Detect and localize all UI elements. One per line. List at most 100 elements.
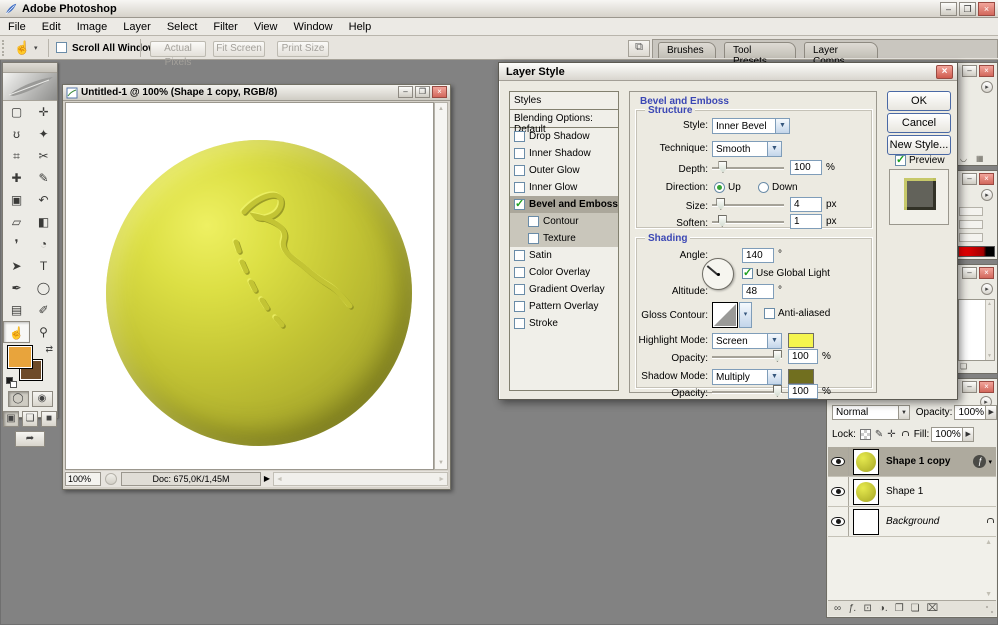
horizontal-scrollbar[interactable]: ◄ ► <box>273 472 448 486</box>
rectangular-marquee-tool[interactable]: ▢ <box>3 101 30 123</box>
layer-thumbnail[interactable] <box>853 448 879 475</box>
link-layers-icon[interactable]: ∞ <box>834 603 841 614</box>
lock-paint-icon[interactable]: ✎ <box>875 429 883 440</box>
hand-tool[interactable]: ☝ <box>3 321 30 343</box>
menu-layer[interactable]: Layer <box>115 19 159 35</box>
palette-menu-icon[interactable]: ▸ <box>981 81 993 93</box>
history-list[interactable]: ▲ ▼ <box>958 299 995 361</box>
history-snapshot-icon[interactable]: ❏ <box>960 362 967 371</box>
scroll-up-icon[interactable]: ▲ <box>435 103 447 115</box>
shadow-opacity-slider[interactable] <box>712 385 782 398</box>
effects-expand-icon[interactable]: ▾ <box>988 458 992 466</box>
close-button[interactable]: × <box>978 2 995 16</box>
style-color-overlay[interactable]: Color Overlay <box>510 264 618 281</box>
clone-stamp-tool[interactable]: ▣ <box>3 189 30 211</box>
tab-brushes[interactable]: Brushes <box>658 42 716 58</box>
depth-field[interactable]: 100 <box>790 160 822 175</box>
type-tool[interactable]: T <box>30 255 57 277</box>
direction-up-radio[interactable] <box>714 182 725 193</box>
checkbox-box[interactable] <box>514 148 525 159</box>
eraser-tool[interactable]: ▱ <box>3 211 30 233</box>
dodge-tool[interactable]: ◔ <box>30 233 57 255</box>
menu-view[interactable]: View <box>246 19 286 35</box>
direction-down-radio[interactable] <box>758 182 769 193</box>
layer-name[interactable]: Background <box>886 516 939 527</box>
blending-options-row[interactable]: Blending Options: Default <box>510 110 618 135</box>
blend-mode-select[interactable]: Normal <box>832 405 900 420</box>
highlight-opacity-field[interactable]: 100 <box>788 349 818 364</box>
visibility-toggle[interactable] <box>828 507 849 536</box>
hand-tool-dropdown-icon[interactable]: ▾ <box>34 44 38 52</box>
shape-tool[interactable]: ◯ <box>30 277 57 299</box>
style-satin[interactable]: Satin <box>510 247 618 264</box>
new-style-button[interactable]: New Style... <box>887 135 951 155</box>
menu-select[interactable]: Select <box>159 19 206 35</box>
preview-checkbox[interactable] <box>895 153 906 166</box>
style-gradient-overlay[interactable]: Gradient Overlay <box>510 281 618 298</box>
color-slider-row[interactable] <box>959 220 983 229</box>
highlight-mode-select[interactable]: Screen ▼ <box>712 333 782 349</box>
highlight-color-swatch[interactable] <box>788 333 814 348</box>
dropdown-icon[interactable]: ▼ <box>767 142 781 156</box>
app-titlebar[interactable]: Adobe Photoshop – ❐ × <box>0 0 998 18</box>
technique-select[interactable]: Smooth ▼ <box>712 141 782 157</box>
gloss-contour-swatch[interactable] <box>712 302 738 328</box>
palette-close-button[interactable]: × <box>979 267 994 279</box>
fullscreen-menubar-button[interactable]: ❏ <box>22 411 38 427</box>
highlight-opacity-slider[interactable] <box>712 350 782 363</box>
dialog-close-button[interactable]: × <box>936 65 953 79</box>
menu-image[interactable]: Image <box>69 19 116 35</box>
checkbox-box[interactable] <box>514 267 525 278</box>
toolbox-titlebar[interactable] <box>3 63 57 73</box>
magic-wand-tool[interactable]: ✦ <box>30 123 57 145</box>
doc-close-button[interactable]: × <box>432 86 447 98</box>
style-bevel-and-emboss[interactable]: Bevel and Emboss <box>510 196 618 213</box>
visibility-toggle[interactable] <box>828 477 849 506</box>
checkbox-box[interactable] <box>514 318 525 329</box>
layers-close-button[interactable]: × <box>979 381 994 393</box>
actual-pixels-button[interactable]: Actual Pixels <box>150 41 206 68</box>
move-tool[interactable]: ✛ <box>30 101 57 123</box>
opacity-spinner-icon[interactable]: ▶ <box>986 405 997 420</box>
palette-minimize-button[interactable]: – <box>962 65 977 77</box>
style-inner-glow[interactable]: Inner Glow <box>510 179 618 196</box>
menu-help[interactable]: Help <box>341 19 380 35</box>
palette-close-button[interactable]: × <box>979 65 994 77</box>
zoom-tool[interactable]: ⚲ <box>30 321 57 343</box>
lock-position-icon[interactable]: ✛ <box>887 429 895 440</box>
blur-tool[interactable]: ❜ <box>3 233 30 255</box>
fill-field[interactable]: 100% <box>931 427 964 442</box>
restore-button[interactable]: ❐ <box>959 2 976 16</box>
ok-button[interactable]: OK <box>887 91 951 111</box>
swap-colors-icon[interactable]: ⇄ <box>45 344 53 355</box>
document-titlebar[interactable]: Untitled-1 @ 100% (Shape 1 copy, RGB/8) … <box>63 85 450 101</box>
gradient-tool[interactable]: ◧ <box>30 211 57 233</box>
brush-tool[interactable]: ✎ <box>30 167 57 189</box>
scroll-down-icon[interactable]: ▼ <box>435 457 447 469</box>
palette-close-button[interactable]: × <box>979 173 994 185</box>
menu-file[interactable]: File <box>0 19 34 35</box>
layers-scroll-down-icon[interactable]: ▼ <box>985 591 992 598</box>
quick-mask-mode-button[interactable]: ◉ <box>31 391 53 407</box>
angle-field[interactable]: 140 <box>742 248 774 263</box>
shadow-mode-select[interactable]: Multiply ▼ <box>712 369 782 385</box>
vertical-scrollbar[interactable]: ▲ ▼ <box>434 102 448 470</box>
palette-minimize-button[interactable]: – <box>962 267 977 279</box>
style-outer-glow[interactable]: Outer Glow <box>510 162 618 179</box>
checkbox-box[interactable] <box>514 182 525 193</box>
layer-mask-icon[interactable]: ⊡ <box>863 603 871 614</box>
palette-menu-icon[interactable]: ▸ <box>981 283 993 295</box>
eyedropper-tool[interactable]: ✐ <box>30 299 57 321</box>
tab-tool-presets[interactable]: Tool Presets <box>724 42 796 67</box>
shadow-color-swatch[interactable] <box>788 369 814 384</box>
altitude-field[interactable]: 48 <box>742 284 774 299</box>
lock-transparency-icon[interactable] <box>859 429 871 440</box>
imageready-button[interactable]: ➦ <box>15 431 45 447</box>
new-layer-icon[interactable]: ❏ <box>911 603 920 614</box>
color-slider-row[interactable] <box>959 233 983 242</box>
soften-slider[interactable] <box>712 215 784 228</box>
slice-tool[interactable]: ✂ <box>30 145 57 167</box>
checkbox-box[interactable] <box>514 301 525 312</box>
adjustment-layer-icon[interactable]: ◑. <box>879 603 888 614</box>
layer-row-background[interactable]: Background <box>828 507 996 537</box>
